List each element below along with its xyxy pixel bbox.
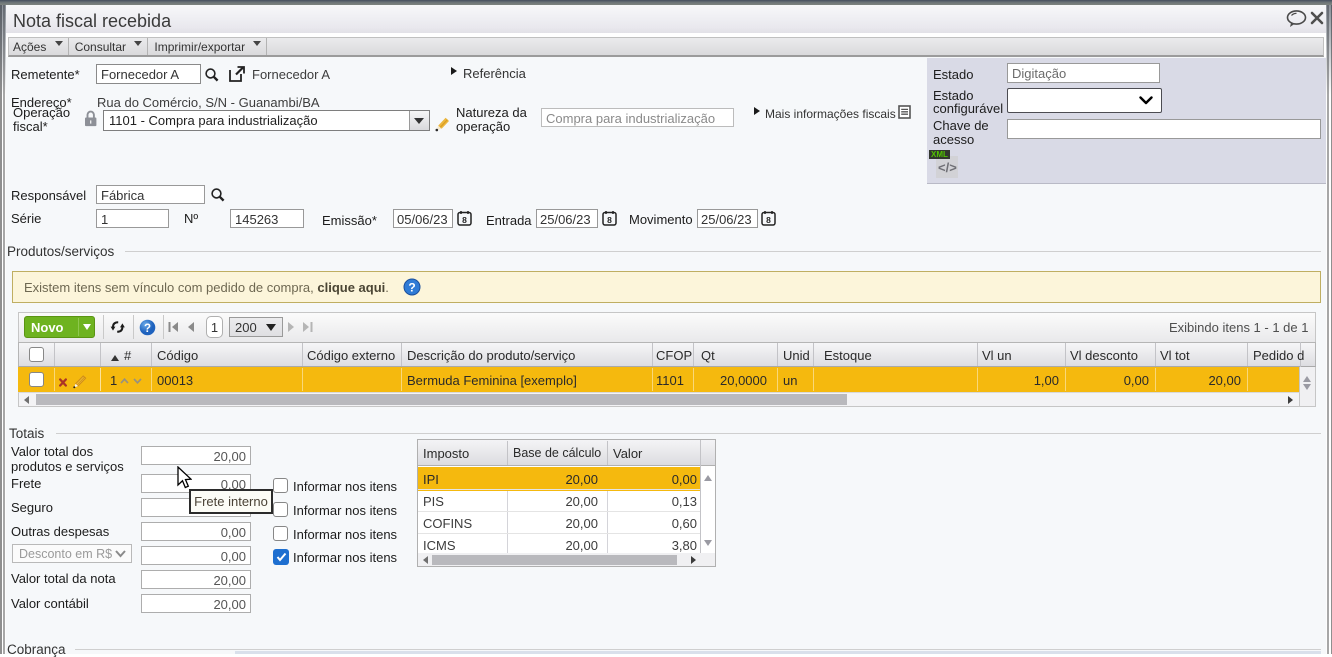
svg-text:?: ?	[144, 323, 151, 335]
svg-text:8: 8	[607, 215, 612, 225]
svg-text:8: 8	[766, 215, 771, 225]
svg-text:8: 8	[462, 215, 467, 225]
svg-text:?: ?	[408, 280, 415, 294]
